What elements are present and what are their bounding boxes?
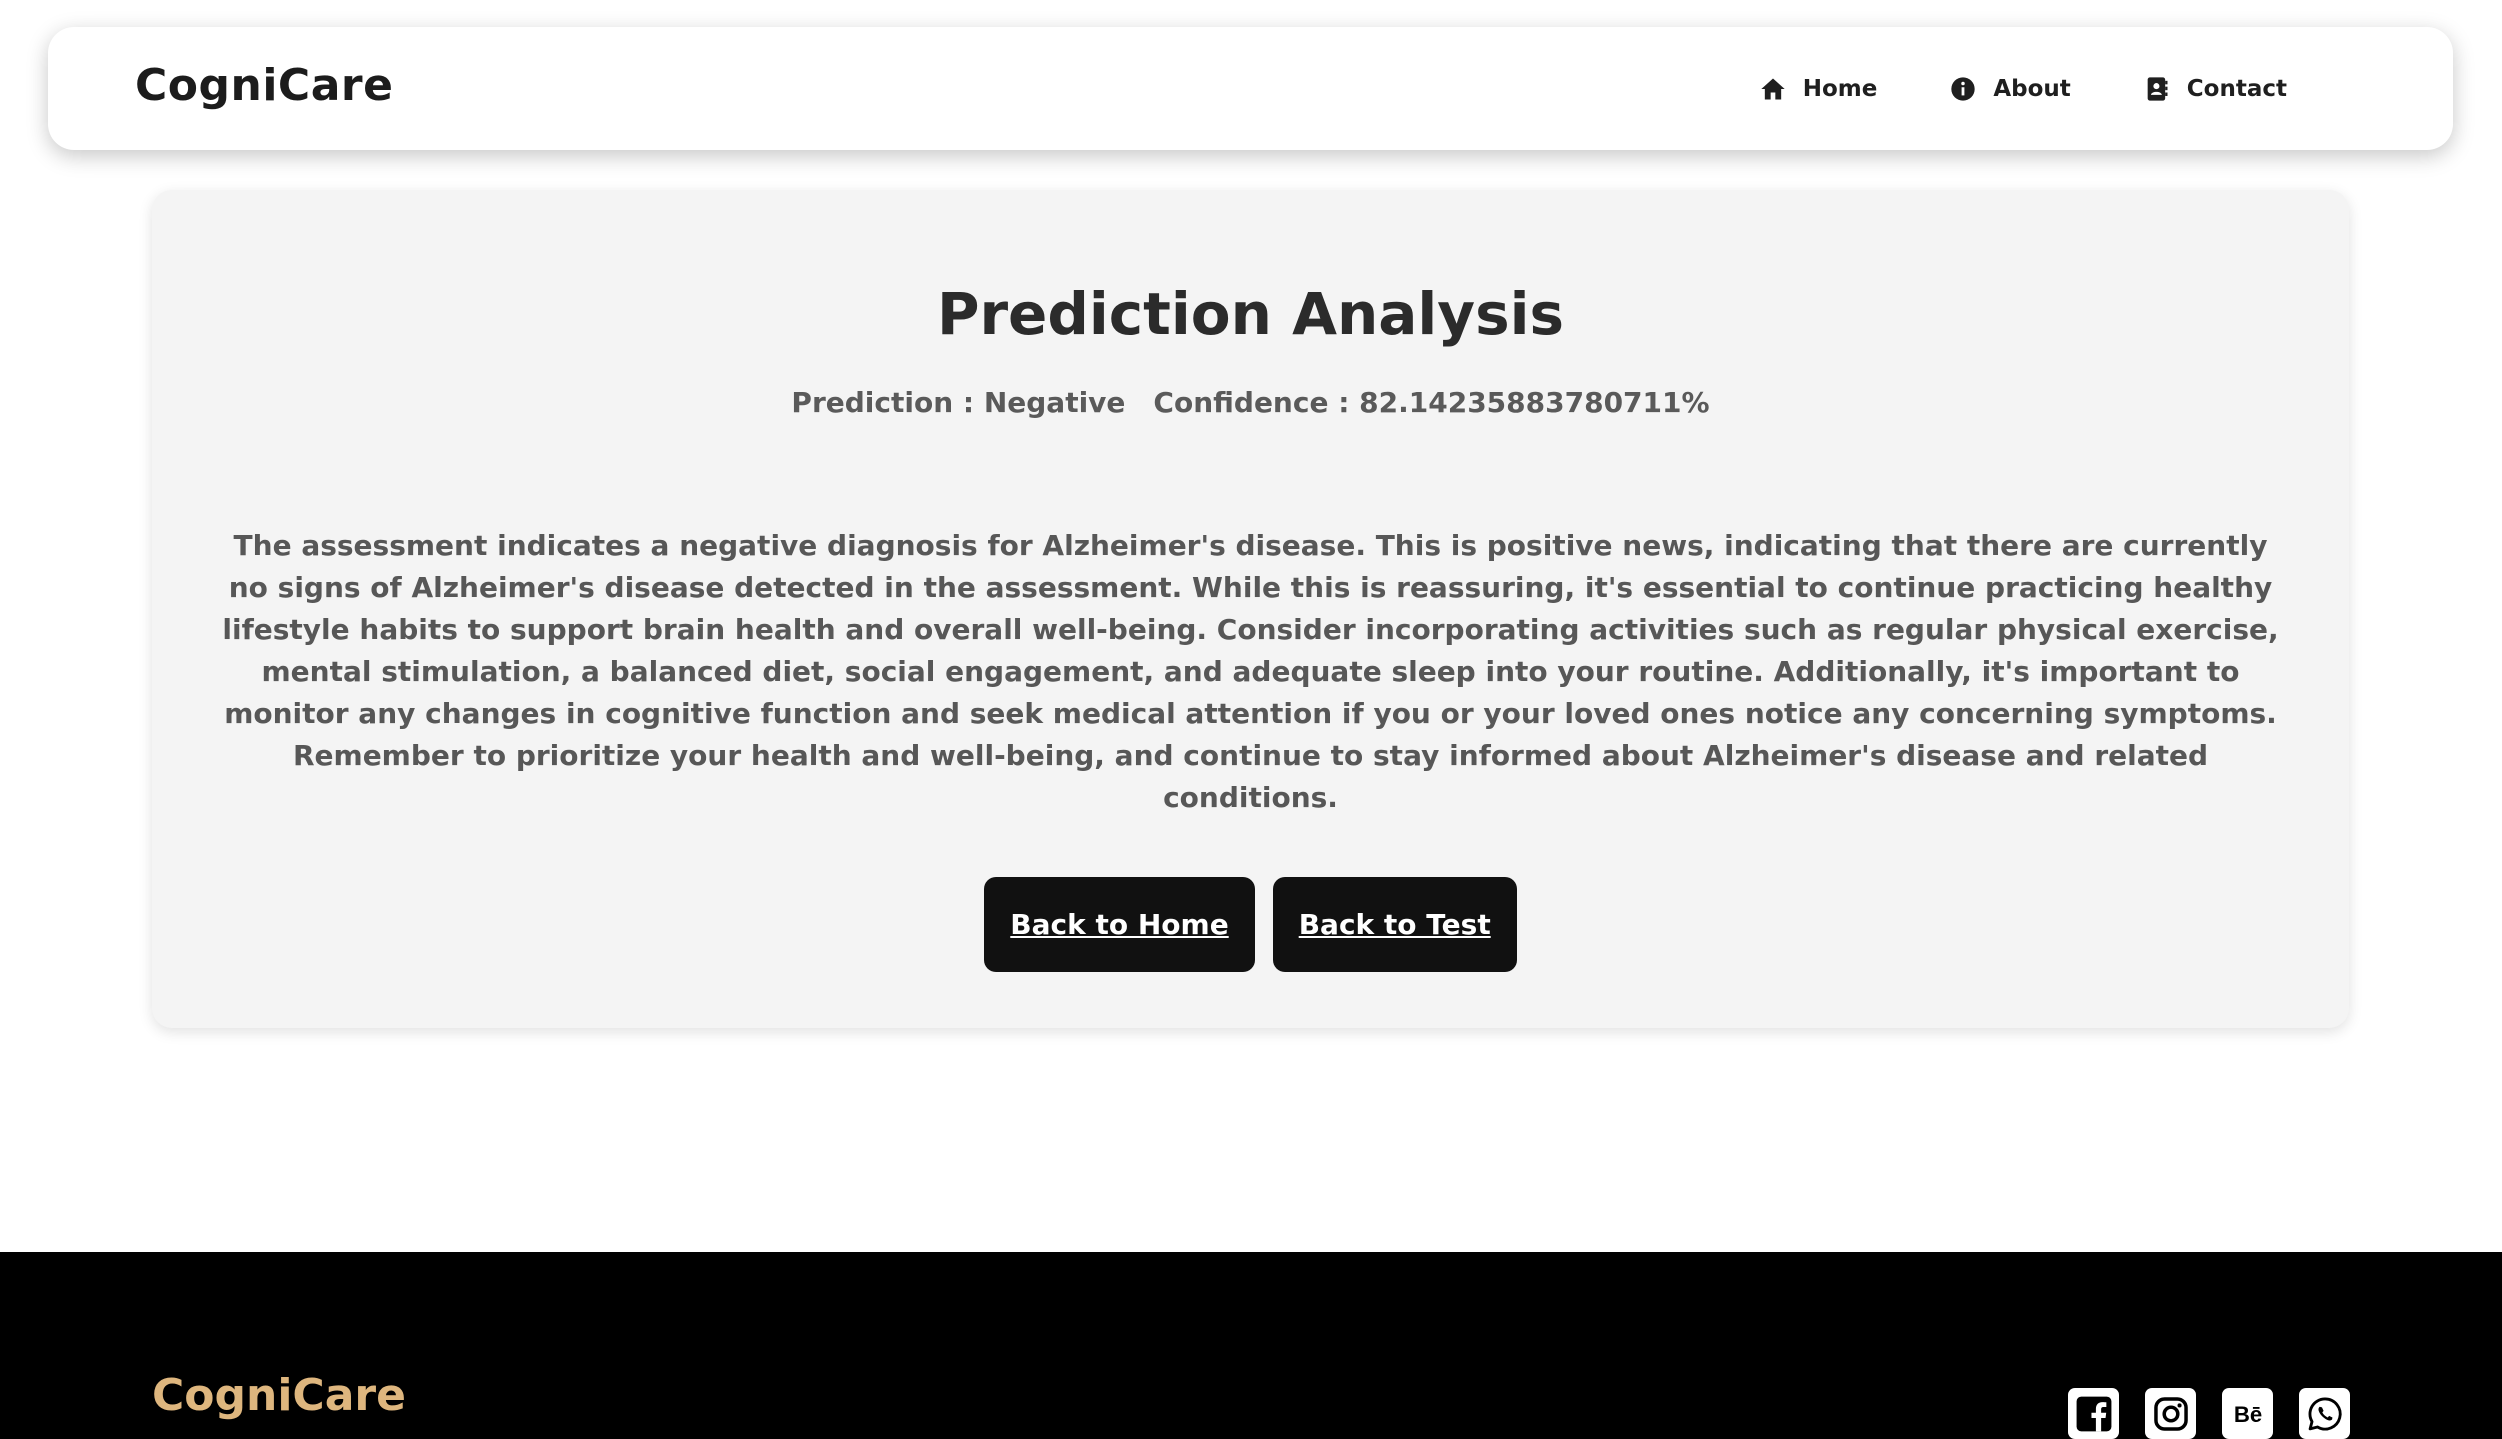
behance-link[interactable]: Bē	[2222, 1388, 2273, 1439]
nav-about-label: About	[1993, 75, 2071, 102]
nav-about-link[interactable]: About	[1949, 75, 2071, 103]
facebook-link[interactable]	[2068, 1388, 2119, 1439]
prediction-card: Prediction Analysis Prediction : Negativ…	[152, 190, 2349, 1028]
home-icon	[1759, 75, 1787, 103]
nav-links: Home About Contact	[1759, 27, 2287, 150]
prediction-description: The assessment indicates a negative diag…	[222, 529, 2279, 814]
action-buttons: Back to Home Back to Test	[152, 877, 2349, 972]
facebook-icon	[2075, 1395, 2113, 1433]
instagram-link[interactable]	[2145, 1388, 2196, 1439]
back-to-test-button[interactable]: Back to Test	[1272, 877, 1517, 972]
instagram-icon	[2152, 1395, 2190, 1433]
page-title: Prediction Analysis	[936, 280, 1565, 348]
contact-card-icon	[2143, 75, 2171, 103]
whatsapp-link[interactable]	[2299, 1388, 2350, 1439]
nav-contact-label: Contact	[2186, 75, 2287, 102]
footer: CogniCare Bē	[0, 1252, 2502, 1439]
social-links: Bē	[2068, 1388, 2350, 1439]
back-to-home-button[interactable]: Back to Home	[984, 877, 1255, 972]
whatsapp-icon	[2306, 1395, 2344, 1433]
footer-brand: CogniCare	[152, 1370, 406, 1421]
confidence-value: Confidence : 82.14235883780711%	[1153, 386, 1710, 419]
behance-icon: Bē	[2229, 1395, 2267, 1433]
brand-logo[interactable]: CogniCare	[135, 60, 393, 111]
prediction-value: Prediction : Negative	[791, 386, 1126, 419]
top-navbar: CogniCare Home About Contact	[48, 27, 2453, 150]
prediction-meta: Prediction : Negative Confidence : 82.14…	[152, 386, 2349, 419]
info-icon	[1949, 75, 1977, 103]
nav-contact-link[interactable]: Contact	[2143, 75, 2287, 103]
nav-home-label: Home	[1802, 75, 1878, 102]
nav-home-link[interactable]: Home	[1759, 75, 1878, 103]
behance-glyph: Bē	[2233, 1401, 2261, 1426]
